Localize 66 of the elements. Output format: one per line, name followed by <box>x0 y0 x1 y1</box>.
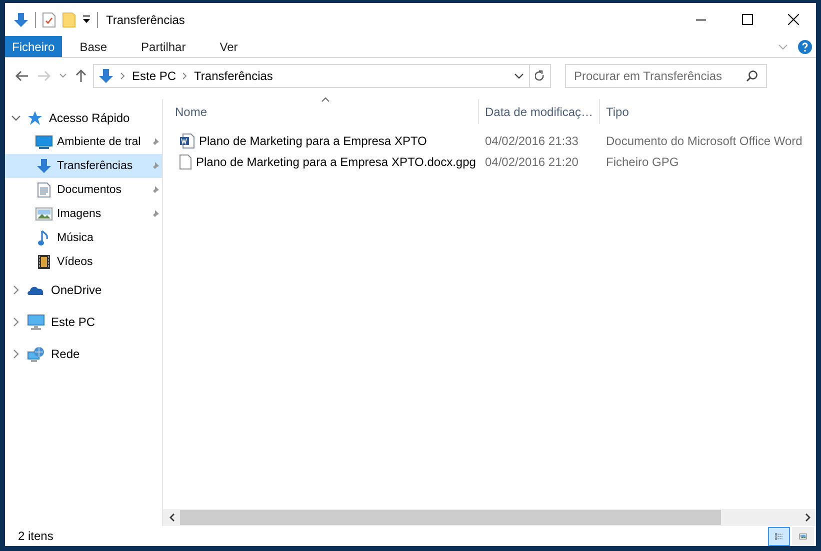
dropdown-chevron-icon[interactable] <box>514 73 524 79</box>
scroll-left-icon[interactable] <box>168 513 174 522</box>
file-name[interactable]: Plano de Marketing para a Empresa XPTO <box>199 134 427 148</box>
help-icon[interactable] <box>798 40 812 54</box>
sidebar-item[interactable]: Este PC <box>5 306 162 338</box>
large-icons-view-button[interactable] <box>792 526 814 546</box>
document-icon <box>37 182 51 198</box>
cloud-icon <box>27 284 45 296</box>
column-header[interactable]: Tipo <box>600 99 816 124</box>
ribbon-tab[interactable]: Partilhar <box>129 36 198 57</box>
sidebar-item[interactable]: Transferências <box>5 154 162 178</box>
collapse-chevron-icon[interactable] <box>11 114 21 122</box>
sidebar-item[interactable]: Rede <box>5 338 162 370</box>
details-view-button[interactable] <box>768 526 790 546</box>
expand-chevron-icon[interactable] <box>12 285 20 295</box>
sidebar-item[interactable]: Ambiente de tral <box>5 130 162 154</box>
file-name[interactable]: Plano de Marketing para a Empresa XPTO.docx.gpg <box>196 154 476 168</box>
table-cell-text: 04/02/2016 21:20 <box>484 154 580 168</box>
sidebar-item[interactable]: Música <box>5 226 162 250</box>
recent-dropdown-icon[interactable] <box>59 73 67 79</box>
column-header[interactable]: Data de modificaç… <box>479 99 600 124</box>
properties-icon[interactable] <box>42 12 56 28</box>
search-field[interactable]: Procurar em Transferências <box>565 64 767 88</box>
sidebar-item[interactable]: Documentos <box>5 178 162 202</box>
expand-chevron-icon[interactable] <box>12 349 20 359</box>
table-cell-text: Ficheiro GPG <box>605 154 680 168</box>
word-document-icon <box>179 132 195 148</box>
table-cell-text: Documento do Microsoft Office Word <box>605 134 804 148</box>
refresh-icon[interactable] <box>535 70 545 82</box>
monitor-icon <box>35 134 53 150</box>
up-arrow-icon[interactable] <box>75 69 87 83</box>
download-arrow-icon[interactable] <box>13 12 29 28</box>
dropdown-caret-icon[interactable] <box>82 15 91 24</box>
file-menu-tab[interactable]: Ficheiro <box>5 36 62 57</box>
address-bar[interactable]: Este PC Transferências <box>93 64 551 88</box>
scroll-right-icon[interactable] <box>804 513 810 522</box>
sidebar-item[interactable]: Vídeos <box>5 250 162 274</box>
column-header[interactable]: Nome <box>163 99 479 124</box>
sidebar-item[interactable]: Acesso Rápido <box>5 106 162 130</box>
expand-chevron-icon[interactable] <box>12 317 20 327</box>
blank-file-icon <box>179 154 192 170</box>
search-icon[interactable] <box>746 70 758 82</box>
expand-ribbon-icon[interactable] <box>778 44 788 50</box>
breadcrumb[interactable]: Este PC <box>132 69 176 83</box>
download-arrow-icon <box>36 158 52 174</box>
computer-icon <box>27 314 45 330</box>
image-icon <box>35 207 53 221</box>
sidebar-item[interactable]: Imagens <box>5 202 162 226</box>
network-icon <box>27 346 45 362</box>
star-icon <box>27 110 43 126</box>
breadcrumb[interactable]: Transferências <box>194 69 273 83</box>
download-arrow-icon <box>98 68 114 84</box>
item-count: 2 itens <box>18 529 54 543</box>
window-title: Transferências <box>106 12 185 26</box>
music-note-icon <box>38 229 50 247</box>
chevron-icon <box>182 72 188 80</box>
sidebar-item[interactable]: OneDrive <box>5 274 162 306</box>
table-cell-text: 04/02/2016 21:33 <box>484 134 580 148</box>
horizontal-scrollbar[interactable] <box>163 509 816 526</box>
ribbon-tab[interactable]: Ver <box>208 36 250 57</box>
back-arrow-icon[interactable] <box>15 70 29 82</box>
ribbon-tab[interactable]: Base <box>68 36 120 57</box>
maximize-icon[interactable] <box>742 14 752 25</box>
chevron-icon <box>120 72 126 80</box>
close-icon[interactable] <box>788 14 798 25</box>
film-icon <box>37 254 51 270</box>
